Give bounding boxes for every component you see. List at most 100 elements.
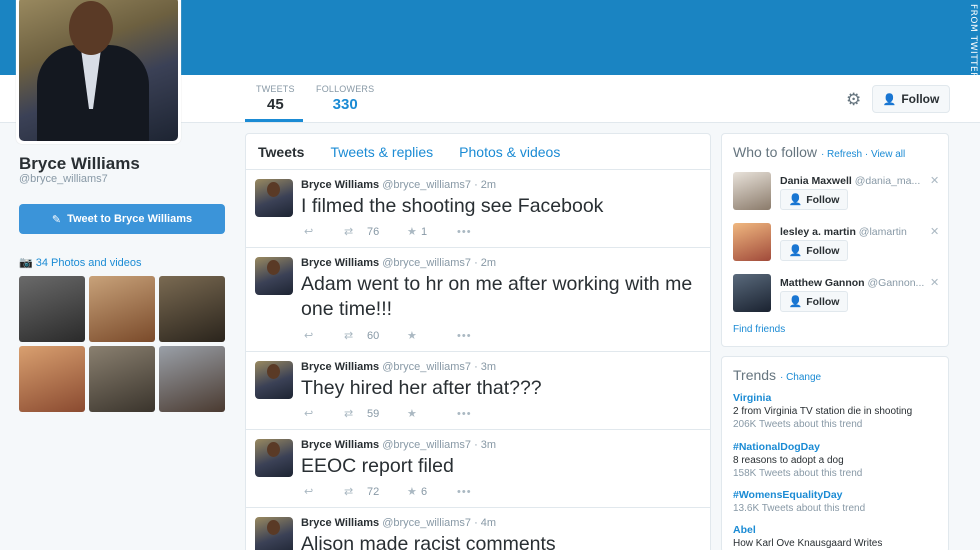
favorite-icon[interactable]: ★ xyxy=(407,485,421,498)
tweet-actions: ↩ ⇄ 60 ★ ••• xyxy=(304,329,472,343)
close-icon[interactable]: ✕ xyxy=(930,276,939,289)
retweet-icon[interactable]: ⇄ xyxy=(344,329,367,342)
tab-photos-videos[interactable]: Photos & videos xyxy=(459,144,560,160)
source-watermark: FROM TWITTER xyxy=(968,4,978,79)
trend-name[interactable]: #NationalDogDay xyxy=(733,441,943,454)
trend-item[interactable]: Abel How Karl Ove Knausgaard Writes xyxy=(733,524,943,550)
tweet-author-name[interactable]: Bryce Williams xyxy=(301,439,379,451)
trend-count: 206K Tweets about this trend xyxy=(733,419,863,430)
suggestion-name[interactable]: Dania Maxwell xyxy=(780,175,852,187)
reply-icon[interactable]: ↩ xyxy=(304,407,344,420)
suggestion-handle: @Gannon... xyxy=(867,277,925,289)
profile-name: Bryce Williams xyxy=(19,154,140,173)
retweet-count: 59 xyxy=(367,407,380,420)
tweet-item[interactable]: Bryce Williams @bryce_williams7 · 2m Ada… xyxy=(246,248,710,352)
tweet-actions: ↩ ⇄ 76 ★ 1 ••• xyxy=(304,225,472,239)
more-options-icon[interactable]: ••• xyxy=(457,486,472,498)
tweet-actions: ↩ ⇄ 59 ★ ••• xyxy=(304,407,472,421)
suggestion-follow-button[interactable]: 👤 Follow xyxy=(780,291,848,312)
tweet-item[interactable]: Bryce Williams @bryce_williams7 · 3m EEO… xyxy=(246,430,710,508)
tweet-author-handle: @bryce_williams7 · 2m xyxy=(382,257,497,269)
favorite-icon[interactable]: ★ xyxy=(407,329,421,342)
suggestion-name[interactable]: Matthew Gannon xyxy=(780,277,865,289)
tweet-text: I filmed the shooting see Facebook xyxy=(301,195,604,217)
suggestion-follow-button[interactable]: 👤 Follow xyxy=(780,189,848,210)
tweet-avatar[interactable] xyxy=(255,439,293,477)
tweet-to-button-label: Tweet to Bryce Williams xyxy=(67,213,193,225)
stat-followers[interactable]: FOLLOWERS 330 xyxy=(316,84,374,113)
change-trends-link[interactable]: Change xyxy=(786,372,821,383)
reply-icon[interactable]: ↩ xyxy=(304,485,344,498)
follow-button[interactable]: 👤 Follow xyxy=(872,85,950,113)
photo-thumbnail[interactable] xyxy=(159,276,225,342)
more-options-icon[interactable]: ••• xyxy=(457,330,472,342)
more-options-icon[interactable]: ••• xyxy=(457,408,472,420)
active-stat-indicator xyxy=(245,119,303,122)
suggestion-avatar[interactable] xyxy=(733,172,771,210)
tweet-author-name[interactable]: Bryce Williams xyxy=(301,257,379,269)
trend-item[interactable]: #WomensEqualityDay 13.6K Tweets about th… xyxy=(733,489,943,515)
photo-thumbnail[interactable] xyxy=(159,346,225,412)
tweet-author-handle: @bryce_williams7 · 2m xyxy=(382,179,497,191)
retweet-count: 72 xyxy=(367,485,380,498)
favorite-count: 6 xyxy=(421,485,428,498)
stat-tweets-label: TWEETS xyxy=(256,84,295,94)
profile-handle[interactable]: @bryce_williams7 xyxy=(19,173,108,185)
who-to-follow-title: Who to follow xyxy=(733,144,818,160)
trend-name[interactable]: #WomensEqualityDay xyxy=(733,489,943,502)
tweet-author-name[interactable]: Bryce Williams xyxy=(301,517,379,529)
view-all-link[interactable]: View all xyxy=(871,149,905,160)
tweet-to-button[interactable]: ✎ Tweet to Bryce Williams xyxy=(19,204,225,234)
suggestion-name[interactable]: lesley a. martin xyxy=(780,226,856,238)
close-icon[interactable]: ✕ xyxy=(930,225,939,238)
add-user-icon: 👤 xyxy=(882,93,897,106)
stat-followers-label: FOLLOWERS xyxy=(316,84,375,94)
tweet-item[interactable]: Bryce Williams @bryce_williams7 · 3m The… xyxy=(246,352,710,430)
reply-icon[interactable]: ↩ xyxy=(304,329,344,342)
suggestion-avatar[interactable] xyxy=(733,223,771,261)
trend-name[interactable]: Virginia xyxy=(733,392,943,405)
profile-avatar-image xyxy=(19,0,178,141)
photo-thumbnail[interactable] xyxy=(19,276,85,342)
retweet-icon[interactable]: ⇄ xyxy=(344,485,367,498)
trend-name[interactable]: Abel xyxy=(733,524,943,537)
tweet-text: Adam went to hr on me after working with… xyxy=(301,273,693,320)
tweet-item[interactable]: Bryce Williams @bryce_williams7 · 2m I f… xyxy=(246,170,710,248)
favorite-icon[interactable]: ★ xyxy=(407,225,421,238)
tweet-avatar[interactable] xyxy=(255,257,293,295)
trend-item[interactable]: #NationalDogDay 8 reasons to adopt a dog… xyxy=(733,441,943,480)
tweet-timeline: Tweets Tweets & replies Photos & videos … xyxy=(245,133,711,550)
trend-item[interactable]: Virginia 2 from Virginia TV station die … xyxy=(733,392,943,431)
close-icon[interactable]: ✕ xyxy=(930,174,939,187)
gear-icon[interactable]: ⚙ xyxy=(846,90,861,110)
tweet-item[interactable]: Bryce Williams @bryce_williams7 · 4m Ali… xyxy=(246,508,710,550)
photos-videos-link[interactable]: 📷 34 Photos and videos xyxy=(19,256,142,269)
reply-icon[interactable]: ↩ xyxy=(304,225,344,238)
photo-thumbnail[interactable] xyxy=(89,346,155,412)
compose-icon: ✎ xyxy=(51,213,62,226)
find-friends-link[interactable]: Find friends xyxy=(733,324,785,335)
retweet-icon[interactable]: ⇄ xyxy=(344,225,367,238)
tweet-avatar[interactable] xyxy=(255,361,293,399)
profile-avatar[interactable] xyxy=(16,0,181,144)
trend-description: 2 from Virginia TV station die in shooti… xyxy=(733,406,913,417)
refresh-link[interactable]: Refresh xyxy=(827,149,862,160)
suggestion-follow-button[interactable]: 👤 Follow xyxy=(780,240,848,261)
trends-title: Trends xyxy=(733,367,777,383)
timeline-tabs: Tweets Tweets & replies Photos & videos xyxy=(246,134,710,170)
tweet-author-name[interactable]: Bryce Williams xyxy=(301,179,379,191)
photo-thumbnail[interactable] xyxy=(19,346,85,412)
suggestion-avatar[interactable] xyxy=(733,274,771,312)
tweet-avatar[interactable] xyxy=(255,179,293,217)
suggestion-handle: @lamartin xyxy=(858,226,907,238)
stat-tweets[interactable]: TWEETS 45 xyxy=(256,84,295,113)
photo-thumbnail[interactable] xyxy=(89,276,155,342)
tweet-avatar[interactable] xyxy=(255,517,293,550)
tweet-author-handle: @bryce_williams7 · 3m xyxy=(382,361,497,373)
retweet-icon[interactable]: ⇄ xyxy=(344,407,367,420)
tab-tweets-replies[interactable]: Tweets & replies xyxy=(330,144,433,160)
tab-tweets[interactable]: Tweets xyxy=(258,144,304,160)
favorite-icon[interactable]: ★ xyxy=(407,407,421,420)
more-options-icon[interactable]: ••• xyxy=(457,226,472,238)
tweet-author-name[interactable]: Bryce Williams xyxy=(301,361,379,373)
